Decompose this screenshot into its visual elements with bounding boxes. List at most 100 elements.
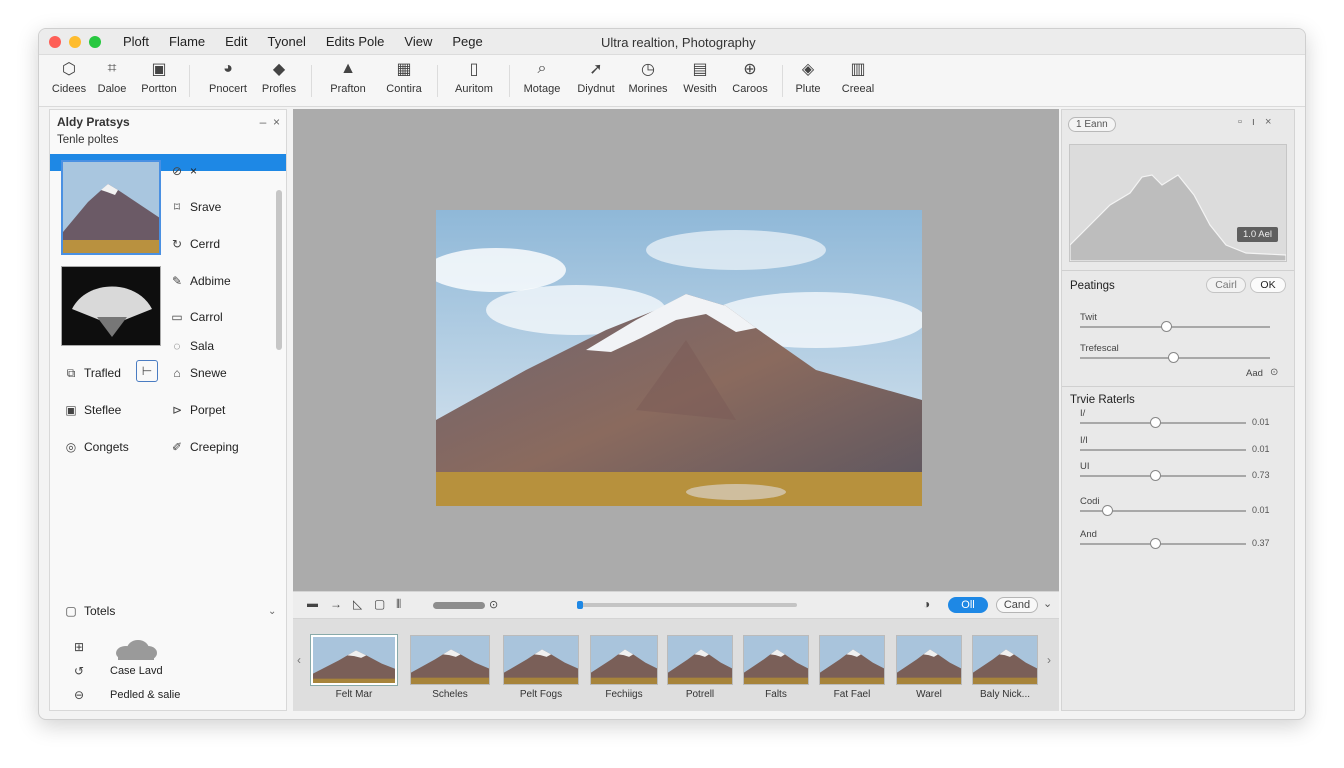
slider-track[interactable] [1080, 449, 1246, 451]
slider-knob[interactable] [1168, 352, 1180, 363]
info-circle-icon[interactable]: ⊙ [1270, 367, 1278, 378]
zoom-slider[interactable] [433, 602, 485, 609]
slider-knob[interactable] [1160, 321, 1172, 332]
square-icon[interactable]: ▫ [1238, 116, 1252, 128]
filmstrip-thumbnail[interactable] [743, 635, 809, 685]
toolbar-button[interactable]: ◷ Morines [620, 59, 676, 103]
grid-item[interactable]: ⧉ Trafled [64, 366, 121, 381]
filmstrip-thumbnail[interactable] [819, 635, 885, 685]
toolbar-button[interactable]: ◕ Pnocert [200, 59, 256, 103]
grid-item[interactable]: ◎ Congets [64, 440, 129, 454]
slider-knob[interactable] [1149, 538, 1161, 549]
info-icon[interactable]: ı [1252, 116, 1265, 128]
toolbar-button[interactable]: ▲ Prafton [320, 59, 376, 103]
grid-item[interactable]: ⊳ Porpet [170, 403, 225, 417]
chevron-left-icon[interactable]: ‹ [297, 653, 301, 667]
list-item[interactable]: ⊘ × [170, 164, 197, 178]
image-canvas[interactable] [293, 109, 1059, 591]
slider-knob[interactable] [1101, 505, 1113, 516]
minimize-window-button[interactable] [69, 35, 81, 48]
list-item[interactable]: ↻ Cerrd [170, 237, 220, 251]
on-toggle[interactable]: Oll [948, 597, 988, 613]
footer-item[interactable]: ↺ Case Lavd [72, 664, 163, 678]
left-panel-scrollbar[interactable] [276, 190, 282, 350]
menu-item[interactable]: Edits Pole [326, 34, 385, 49]
progress-handle[interactable] [577, 601, 583, 609]
thumbnail-mountain[interactable] [61, 160, 161, 255]
slider-knob[interactable] [1149, 470, 1161, 481]
divider [1062, 270, 1294, 271]
compare-icon[interactable]: ◑ [923, 597, 930, 611]
cancel-button[interactable]: Cand [996, 597, 1038, 613]
list-item[interactable]: ✎ Adbime [170, 274, 231, 288]
arrow-right-icon[interactable]: → [330, 597, 342, 611]
toolbar-button[interactable]: ◈ Plute [780, 59, 836, 103]
folder-icon[interactable]: ▬ [307, 598, 318, 610]
zoom-window-button[interactable] [89, 35, 101, 48]
slider-label: I/ [1080, 408, 1086, 419]
toolbar-button[interactable]: ▥ Creeal [830, 59, 886, 103]
ok-button[interactable]: OK [1250, 277, 1286, 293]
menu-item[interactable]: Pege [452, 34, 482, 49]
filmstrip-thumbnail[interactable] [667, 635, 733, 685]
filmstrip-thumbnail[interactable] [503, 635, 579, 685]
slider-track[interactable] [1080, 422, 1246, 424]
slider-track[interactable] [1080, 543, 1246, 545]
filmstrip-thumbnail[interactable] [410, 635, 490, 685]
panel-tab[interactable]: 1 Eann [1068, 114, 1116, 132]
slider-track[interactable] [1080, 326, 1270, 328]
toolbar-label: Creeal [841, 83, 875, 95]
filmstrip-thumbnail[interactable] [896, 635, 962, 685]
close-icon[interactable]: × [273, 115, 280, 129]
user-icon: ⌂ [173, 366, 181, 380]
slider-label: Trefescal [1080, 343, 1119, 354]
footer-item[interactable]: ⊖ Pedled & salie [72, 688, 180, 702]
toolbar-button[interactable]: ◆ Profles [251, 59, 307, 103]
minimize-icon[interactable]: – [260, 115, 267, 129]
menu-item[interactable]: Edit [225, 34, 247, 49]
slider-value: 0.01 [1252, 417, 1270, 427]
bars-icon[interactable]: ⦀ [396, 597, 401, 612]
target-icon[interactable]: ⊙ [489, 598, 498, 611]
menu-item[interactable]: View [404, 34, 432, 49]
grid-item[interactable]: ✐ Creeping [170, 440, 239, 454]
list-item[interactable]: ▭ Carrol [170, 310, 222, 324]
filmstrip-thumbnail[interactable] [972, 635, 1038, 685]
crop-icon[interactable]: ◺ [353, 597, 362, 611]
list-item[interactable]: ⌑ Srave [170, 200, 221, 214]
filmstrip-thumbnail[interactable] [311, 635, 397, 685]
toolbar-button[interactable]: ▯ Auritom [446, 59, 502, 103]
menu-item[interactable]: Flame [169, 34, 205, 49]
thumbnail-bw[interactable] [61, 266, 161, 346]
chevron-down-icon[interactable]: ⌄ [1043, 597, 1052, 610]
right-panel: 1 Eann ▫ı× 1.0 Ael Peatings Cairl OK Twi… [1061, 109, 1295, 711]
main-photo[interactable] [436, 210, 922, 506]
toolbar-button[interactable]: ▤ Wesith [672, 59, 728, 103]
chevron-down-icon[interactable]: ⌄ [268, 606, 276, 617]
toolbar-button[interactable]: ⊕ Caroos [722, 59, 778, 103]
toolbar-button[interactable]: ➚ Diydnut [568, 59, 624, 103]
cancel-button[interactable]: Cairl [1206, 277, 1246, 293]
progress-track[interactable] [577, 601, 797, 609]
filmstrip-thumbnail[interactable] [590, 635, 658, 685]
lock-icon: ⌑ [173, 200, 181, 214]
left-panel-subtitle: Tenle poltes [57, 134, 119, 146]
list-item[interactable]: ◌ Sala [170, 339, 214, 353]
toolbar-button[interactable]: ▦ Contira [376, 59, 432, 103]
menu-item[interactable]: Ploft [123, 34, 149, 49]
toolbar-label: Motage [523, 83, 561, 95]
bracket-toggle-button[interactable]: ⊢ [136, 360, 158, 382]
slider-knob[interactable] [1149, 417, 1161, 428]
grid-item[interactable]: ▣ Steflee [64, 403, 121, 417]
close-icon[interactable]: × [1265, 116, 1281, 128]
frame-icon[interactable]: ▢ [374, 597, 385, 611]
menu-bar: Ploft Flame Edit Tyonel Edits Pole View … [123, 34, 483, 49]
slider-track[interactable] [1080, 475, 1246, 477]
menu-item[interactable]: Tyonel [268, 34, 306, 49]
toolbar-button[interactable]: ▣ Portton [131, 59, 187, 103]
chevron-right-icon[interactable]: › [1047, 653, 1051, 667]
close-window-button[interactable] [49, 35, 61, 48]
grid-item[interactable]: ⌂ Snewe [170, 366, 226, 380]
toolbar-button[interactable]: ⌕ Motage [514, 59, 570, 103]
footer-section-header[interactable]: ▢ Totels [64, 604, 115, 618]
